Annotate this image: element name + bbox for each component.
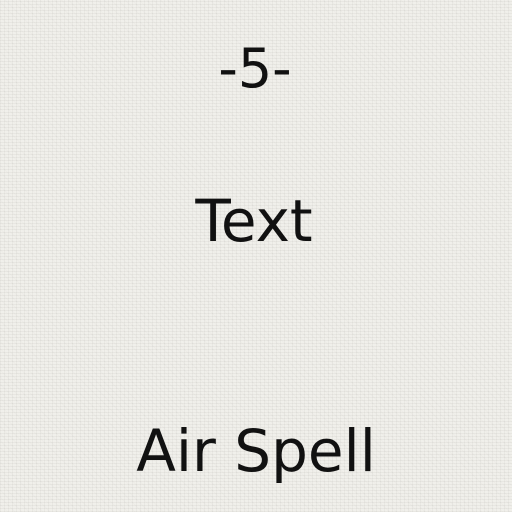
card-number: -5- — [218, 37, 292, 100]
card-type-label: Text — [195, 187, 313, 255]
card-name: Air Spell — [136, 417, 376, 485]
